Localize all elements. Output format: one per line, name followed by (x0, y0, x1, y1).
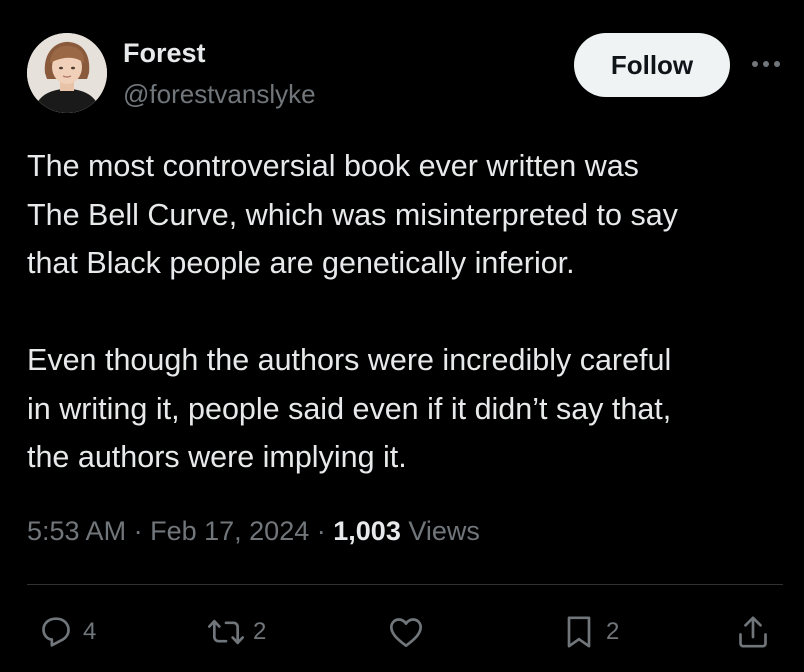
meta-separator: · (133, 516, 143, 546)
more-button[interactable] (744, 46, 788, 82)
repost-count: 2 (253, 618, 267, 645)
tweet-time[interactable]: 5:53 AM (27, 516, 126, 546)
meta-separator: · (316, 516, 326, 546)
follow-button[interactable]: Follow (574, 33, 730, 97)
tweet-text: The most controversial book ever written… (27, 142, 787, 482)
like-button[interactable] (386, 612, 426, 652)
tweet-date[interactable]: Feb 17, 2024 (150, 516, 309, 546)
tweet-text-line: Even though the authors were incredibly … (27, 343, 672, 377)
share-button[interactable] (733, 612, 773, 652)
reply-icon (42, 617, 70, 647)
reply-count: 4 (83, 618, 97, 645)
repost-button[interactable]: 2 (206, 612, 266, 652)
share-icon (739, 616, 767, 648)
bookmark-count: 2 (606, 618, 620, 645)
tweet-text-line: The Bell Curve, which was misinterpreted… (27, 197, 678, 232)
tweet-card: Forest @forestvanslyke Follow The most c… (0, 0, 804, 672)
author-handle[interactable]: @forestvanslyke (123, 77, 316, 111)
divider (27, 584, 783, 585)
bookmark-icon (567, 616, 591, 648)
avatar[interactable] (27, 33, 107, 113)
reply-button[interactable]: 4 (36, 612, 96, 652)
repost-icon (208, 619, 245, 645)
tweet-text-line: the authors were implying it. (27, 440, 407, 474)
views-label: Views (408, 516, 480, 546)
views-count[interactable]: 1,003 (333, 516, 401, 546)
bookmark-button[interactable]: 2 (559, 612, 619, 652)
more-horizontal-icon (752, 61, 780, 67)
tweet-text-line: that Black people are genetically inferi… (27, 246, 575, 280)
user-avatar-photo (27, 33, 107, 113)
author-display-name[interactable]: Forest (123, 36, 206, 70)
heart-icon (390, 618, 422, 647)
tweet-text-line: The most controversial book ever written… (27, 149, 639, 183)
tweet-text-line: in writing it, people said even if it di… (27, 391, 672, 426)
tweet-meta: 5:53 AM · Feb 17, 2024 · 1,003 Views (27, 511, 480, 551)
